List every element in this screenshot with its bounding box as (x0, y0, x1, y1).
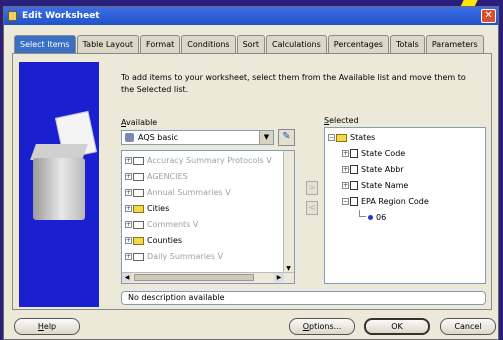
worksheet-illustration (19, 62, 99, 307)
tree-connector (359, 210, 366, 217)
list-item-label: Annual Summaries V (147, 188, 231, 197)
selected-label-rest: elected (329, 116, 359, 125)
scroll-right-icon[interactable]: ▶ (274, 273, 284, 282)
expand-icon[interactable]: + (342, 166, 349, 173)
tree-item-label: State Name (361, 181, 409, 190)
collapse-icon[interactable]: − (342, 198, 349, 205)
desktop-background: Edit Worksheet ✕ Select Items Table Layo… (0, 0, 503, 340)
tab-conditions[interactable]: Conditions (181, 35, 236, 53)
options-button[interactable]: Options... (289, 318, 355, 335)
item-icon (350, 181, 358, 190)
list-item[interactable]: + Counties (125, 233, 182, 249)
tree-item[interactable]: + State Name (342, 178, 408, 194)
expand-icon[interactable]: + (125, 157, 132, 164)
value-dot-icon (368, 215, 373, 220)
list-item-label: Accuracy Summary Protocols V (147, 156, 272, 165)
list-item-label: Counties (147, 236, 183, 245)
tree-item-label: 06 (376, 213, 387, 222)
database-icon (125, 133, 134, 142)
edit-worksheet-dialog: Edit Worksheet ✕ Select Items Table Layo… (3, 6, 499, 340)
list-item[interactable]: + Accuracy Summary Protocols V (125, 153, 272, 169)
window-title: Edit Worksheet (22, 11, 100, 21)
help-label: elp (43, 322, 57, 331)
list-item[interactable]: + Comments V (125, 217, 198, 233)
selected-items-tree[interactable]: − States + State Code + State Abbr + State N… (324, 127, 486, 284)
title-bar[interactable]: Edit Worksheet ✕ (4, 7, 498, 25)
vertical-scrollbar[interactable]: ▼ (283, 151, 294, 283)
help-button[interactable]: Help (14, 318, 80, 335)
chevron-down-icon[interactable]: ▼ (259, 131, 273, 144)
expand-icon[interactable]: + (125, 189, 132, 196)
expand-icon[interactable]: + (125, 253, 132, 260)
folder-icon (133, 204, 144, 213)
tree-item[interactable]: 06 (359, 210, 386, 226)
available-items-list[interactable]: + Accuracy Summary Protocols V + AGENCIES … (121, 150, 295, 284)
tab-select-items[interactable]: Select Items (14, 35, 76, 53)
folder-icon (133, 156, 144, 165)
tab-parameters[interactable]: Parameters (425, 35, 484, 53)
list-item[interactable]: + Annual Summaries V (125, 185, 231, 201)
item-icon (350, 165, 358, 174)
tree-item[interactable]: − EPA Region Code (342, 194, 429, 210)
tree-item[interactable]: − States (328, 130, 375, 146)
tab-sort[interactable]: Sort (236, 35, 265, 53)
add-to-selected-button[interactable]: > (306, 181, 318, 195)
tree-item-label: State Code (361, 149, 406, 158)
list-item-label: AGENCIES (147, 172, 188, 181)
cancel-button[interactable]: Cancel (440, 318, 496, 335)
expand-icon[interactable]: + (342, 182, 349, 189)
search-icon: ✎ (282, 131, 291, 142)
list-item-label: Daily Summaries V (147, 252, 224, 261)
tab-totals[interactable]: Totals (389, 35, 425, 53)
tree-item[interactable]: + State Code (342, 146, 405, 162)
tree-item[interactable]: + State Abbr (342, 162, 404, 178)
tab-bar: Select Items Table Layout Format Conditi… (14, 35, 485, 53)
list-item[interactable]: + Cities (125, 201, 169, 217)
item-icon (350, 197, 358, 206)
cabinet-graphic (33, 158, 85, 220)
scroll-left-icon[interactable]: ◀ (122, 273, 132, 282)
folder-icon (133, 252, 144, 261)
instructions-text: To add items to your worksheet, select t… (121, 73, 466, 94)
expand-icon[interactable]: + (125, 173, 132, 180)
scrollbar-thumb[interactable] (134, 274, 254, 281)
worksheet-icon (8, 11, 17, 21)
expand-icon[interactable]: + (125, 221, 132, 228)
tree-item-label: States (350, 133, 376, 142)
select-items-panel: To add items to your worksheet, select t… (12, 53, 492, 310)
ok-button[interactable]: OK (364, 318, 430, 335)
expand-icon[interactable]: + (125, 205, 132, 212)
tab-table-layout[interactable]: Table Layout (76, 35, 140, 53)
available-label: Available (121, 118, 157, 127)
folder-icon (336, 133, 347, 142)
tab-format[interactable]: Format (140, 35, 181, 53)
expand-icon[interactable]: + (342, 150, 349, 157)
tab-percentages[interactable]: Percentages (327, 35, 389, 53)
tree-item-label: EPA Region Code (361, 197, 429, 206)
folder-icon (133, 220, 144, 229)
item-icon (350, 149, 358, 158)
folder-icon (133, 236, 144, 245)
available-label-rest: vailable (126, 118, 158, 127)
folder-icon (133, 172, 144, 181)
remove-from-selected-button[interactable]: < (306, 201, 318, 215)
business-area-select[interactable]: AQS basic ▼ (121, 130, 274, 145)
folder-icon (133, 188, 144, 197)
collapse-icon[interactable]: − (328, 134, 335, 141)
search-button[interactable]: ✎ (278, 129, 295, 146)
item-description: No description available (121, 291, 486, 305)
business-area-value: AQS basic (138, 133, 179, 142)
expand-icon[interactable]: + (125, 237, 132, 244)
close-button[interactable]: ✕ (481, 9, 496, 23)
selected-label: Selected (324, 116, 359, 125)
list-item-label: Comments V (147, 220, 199, 229)
options-label: ptions... (309, 322, 342, 331)
horizontal-scrollbar[interactable]: ◀ ▶ (122, 272, 294, 283)
list-item-label: Cities (147, 204, 170, 213)
list-item[interactable]: + AGENCIES (125, 169, 188, 185)
tree-item-label: State Abbr (361, 165, 404, 174)
list-item[interactable]: + Daily Summaries V (125, 249, 223, 265)
tab-calculations[interactable]: Calculations (266, 35, 327, 53)
